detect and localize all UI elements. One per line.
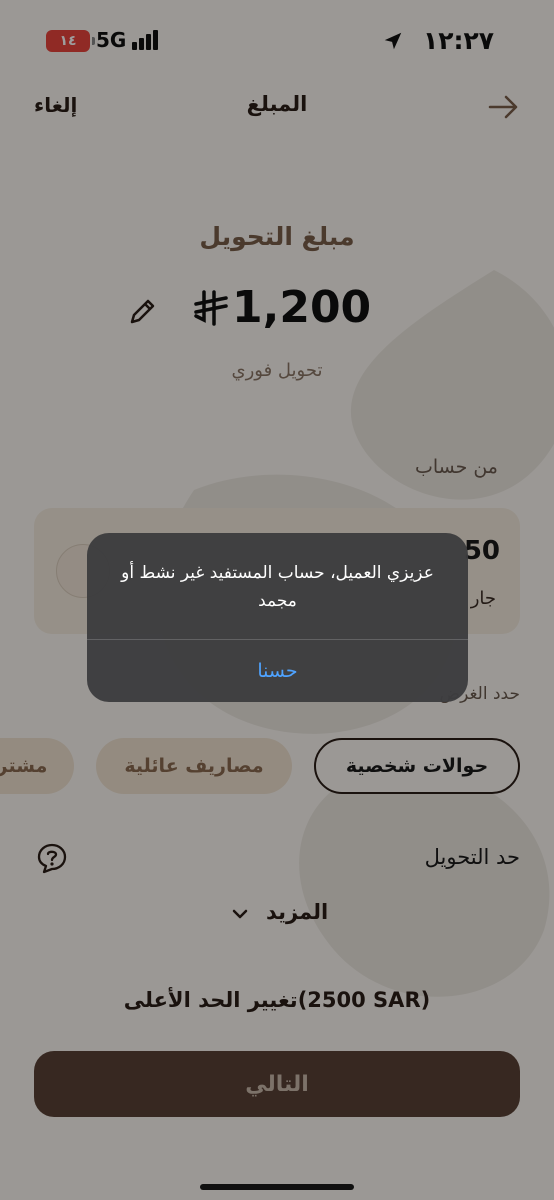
alert-ok-button[interactable]: حسنا (87, 640, 468, 702)
alert-message: عزيزي العميل، حساب المستفيد غير نشط أو م… (121, 563, 434, 611)
transfer-amount-screen: ١٢:٢٧ ١٤ 5G المبلغ إلغاء مبلغ التحويل 1,… (0, 0, 554, 1200)
alert-dialog: عزيزي العميل، حساب المستفيد غير نشط أو م… (87, 533, 468, 702)
